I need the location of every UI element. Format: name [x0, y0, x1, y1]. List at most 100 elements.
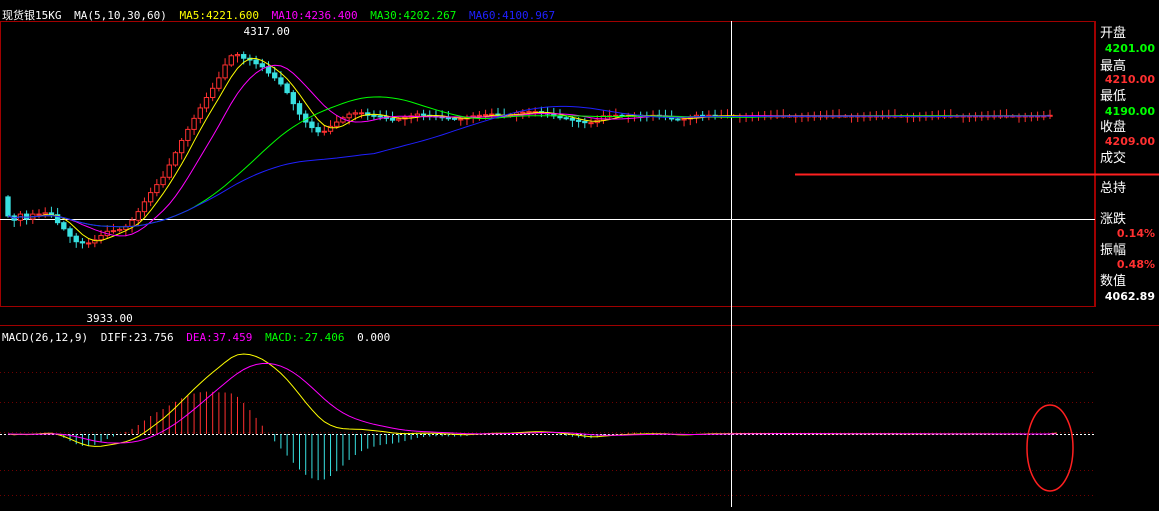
candle-body [147, 192, 154, 203]
open-label: 开盘 [1100, 26, 1127, 41]
macd-header: MACD(26,12,9) DIFF:23.756 DEA:37.459 MAC… [2, 331, 396, 344]
candle-body [160, 176, 166, 186]
candle-body [377, 115, 383, 118]
highlight-ellipse [1026, 404, 1074, 492]
candle-body [241, 54, 247, 59]
candle-body [321, 130, 327, 133]
candle-body [116, 228, 123, 232]
candle-body [588, 122, 594, 125]
candle-body [185, 128, 191, 141]
candle-body [73, 235, 79, 243]
candle-body [178, 139, 185, 154]
candle-body [48, 212, 55, 216]
candle-body [575, 119, 582, 122]
candle-body [203, 97, 210, 109]
candle-body [296, 103, 303, 115]
amplitude-label: 振幅 [1100, 243, 1127, 258]
candle-body [23, 213, 30, 220]
ma5-label: MA5:4221.600 [179, 9, 259, 22]
candle-body [582, 120, 588, 124]
candle-body [98, 235, 104, 241]
close-label: 收盘 [1100, 120, 1127, 135]
high-price-annotation: 4317.00 [243, 25, 289, 38]
candle-body [445, 117, 452, 120]
candle-body [166, 164, 172, 178]
ma60-label: MA60:4100.967 [469, 9, 556, 22]
candle-body [458, 118, 464, 121]
candle-body [334, 121, 340, 127]
candle-body [135, 211, 141, 221]
ma-line-ma5 [7, 57, 1051, 242]
candle-body [315, 127, 321, 133]
ma30-label: MA30:4202.267 [370, 9, 457, 22]
open-value: 4201.00 [1104, 42, 1155, 55]
candle-body [358, 112, 365, 115]
candle-body [172, 152, 179, 166]
candle-body [259, 63, 265, 68]
candle-body [520, 111, 526, 114]
candle-body [569, 117, 576, 121]
candle-body [216, 77, 222, 89]
dea-label: DEA:37.459 [186, 331, 253, 344]
candle-body [36, 213, 42, 216]
candle-body [42, 212, 48, 215]
candle-body [396, 118, 402, 121]
candle-body [67, 228, 73, 237]
candle-body [346, 113, 352, 119]
candle-body [210, 87, 216, 99]
candle-body [352, 112, 359, 115]
candle-body [414, 113, 421, 117]
candle-body [234, 54, 241, 57]
candle-body [5, 196, 11, 217]
candle-body [389, 117, 396, 121]
candle-body [228, 55, 234, 66]
candle-body [85, 242, 92, 245]
macd-params-label: MACD(26,12,9) [2, 331, 89, 344]
low-label: 最低 [1100, 89, 1127, 104]
symbol-label: 现货银15KG [2, 9, 62, 22]
candle-body [451, 117, 458, 120]
macd-value-label: MACD:-27.406 [265, 331, 345, 344]
candle-body [526, 111, 532, 114]
candle-body [371, 114, 377, 117]
candle-body [129, 219, 135, 227]
position-label: 总持 [1100, 181, 1127, 196]
value-label: 数值 [1100, 274, 1127, 289]
candle-body [420, 113, 427, 116]
candle-body [675, 118, 681, 121]
candle-body [79, 241, 86, 244]
zero-label: 0.000 [357, 331, 391, 344]
candle-body [476, 114, 483, 117]
change-label: 涨跌 [1100, 212, 1127, 227]
low-price-annotation: 3933.00 [86, 312, 132, 325]
candle-body [482, 114, 489, 117]
candle-body [278, 77, 284, 85]
candle-body [253, 59, 259, 65]
value-value: 4062.89 [1104, 290, 1155, 303]
candle-body [284, 83, 290, 94]
candle-body [110, 230, 117, 233]
chart-stage[interactable]: 4317.00 3933.00 [0, 0, 1159, 507]
price-chart[interactable]: 4317.00 3933.00 [0, 0, 1159, 507]
candle-body [141, 201, 148, 213]
candle-body [197, 107, 203, 119]
candle-body [309, 121, 315, 129]
high-label: 最高 [1100, 59, 1127, 74]
candle-body [272, 72, 278, 79]
ma-line-ma10 [7, 64, 1051, 237]
quote-side-panel: 开盘 4201.00 最高 4210.00 最低 4190.00 收盘 4209… [1097, 22, 1157, 307]
candle-body [265, 66, 272, 74]
candle-body [290, 92, 296, 105]
candle-body [191, 117, 197, 130]
candle-body [222, 64, 228, 79]
volume-label: 成交 [1100, 151, 1127, 166]
ma-params-label: MA(5,10,30,60) [74, 9, 167, 22]
diff-label: DIFF:23.756 [100, 331, 174, 344]
candle-body [154, 184, 160, 194]
dea-line [7, 362, 1057, 444]
main-chart-header: 现货银15KG MA(5,10,30,60) MA5:4221.600 MA10… [2, 7, 561, 23]
candle-body [61, 222, 67, 230]
ma10-label: MA10:4236.400 [271, 9, 358, 22]
candle-body [681, 118, 687, 121]
price-panel-frame [0, 21, 1095, 307]
